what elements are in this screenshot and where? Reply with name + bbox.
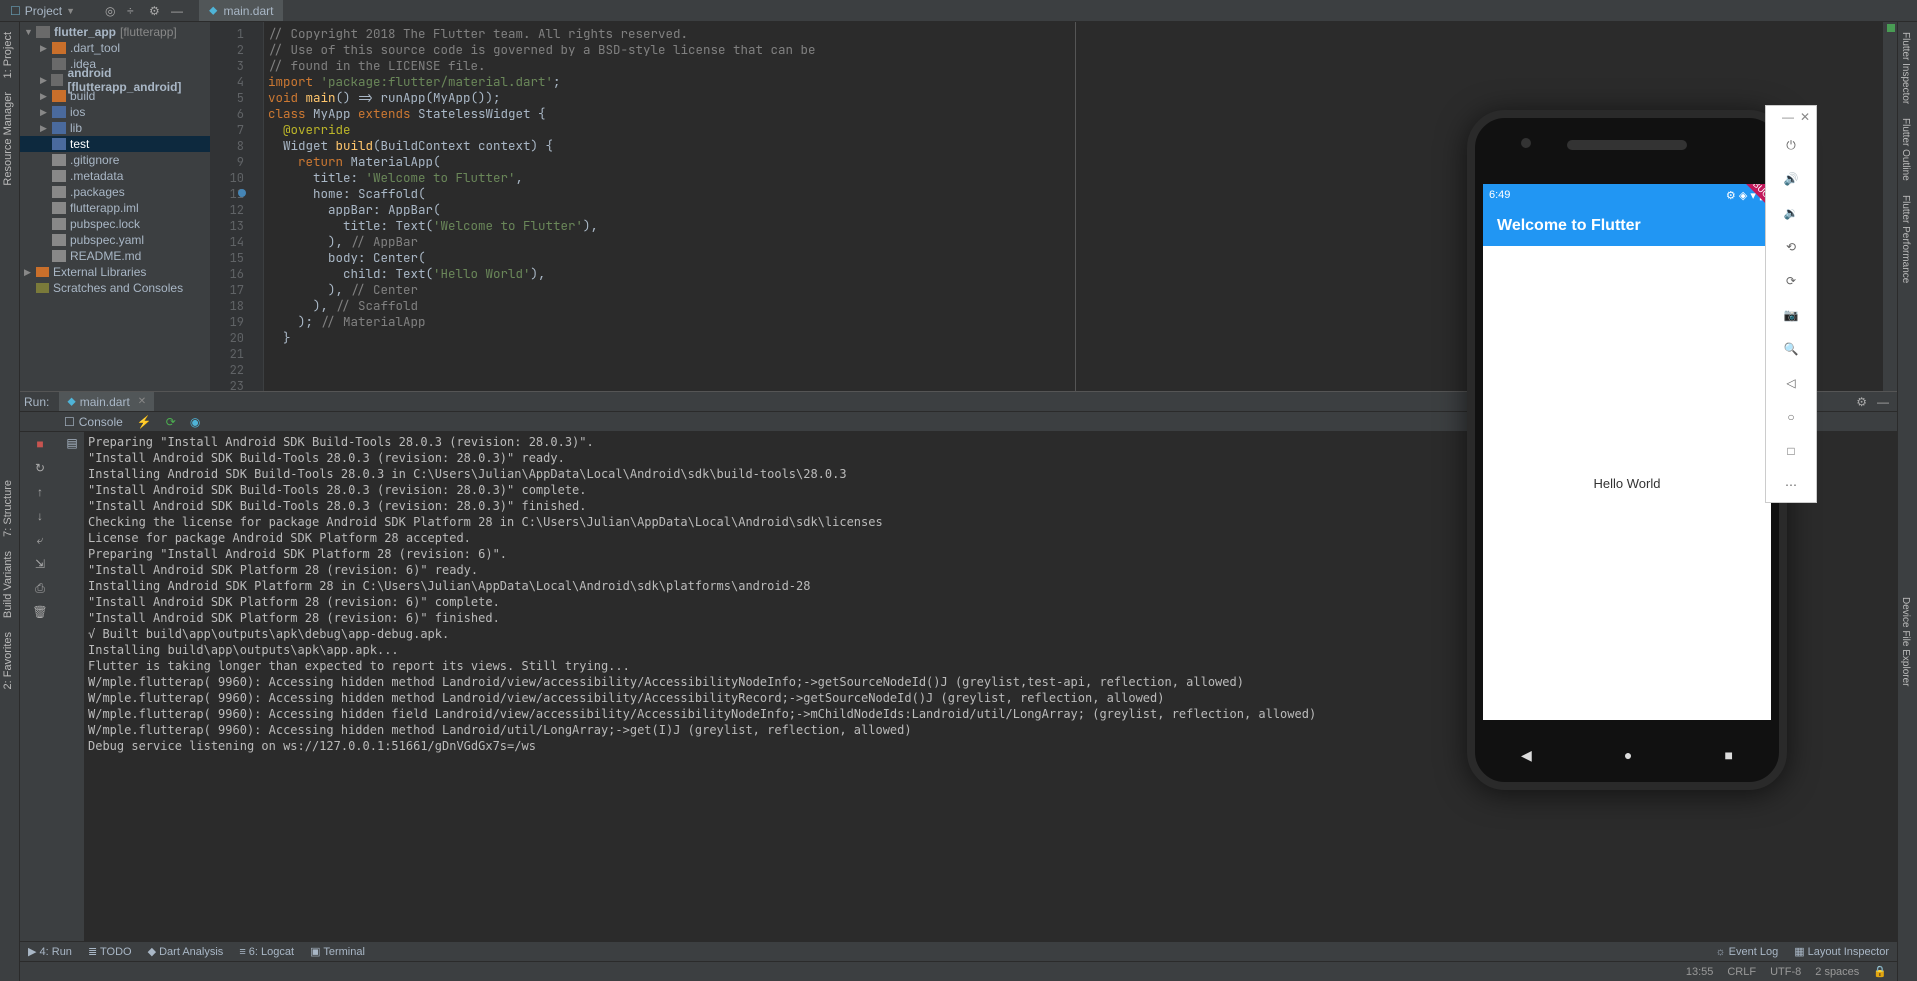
- bottom-tab-todo[interactable]: ≣ TODO: [88, 945, 132, 958]
- emu-nav-bar: ◀ ● ■: [1475, 747, 1779, 764]
- up-icon[interactable]: ↑: [32, 484, 48, 500]
- hot-reload-icon[interactable]: ⚡: [137, 415, 152, 429]
- emu-app-bar: Welcome to Flutter: [1483, 206, 1771, 246]
- hide-icon[interactable]: —: [171, 4, 185, 18]
- run-label: Run:: [24, 395, 49, 409]
- tree-item[interactable]: ▶android [flutterapp_android]: [20, 72, 210, 88]
- emu-back-icon[interactable]: ◁: [1766, 366, 1816, 400]
- status-encoding[interactable]: UTF-8: [1770, 966, 1801, 978]
- emu-minimize-icon[interactable]: —: [1782, 110, 1794, 124]
- emulator-controls: — ✕ ⏻ 🔊 🔉 ⟲ ⟳ 📷 🔍 ◁ ○ □ ⋯: [1765, 105, 1817, 503]
- top-toolbar: ☐ Project ▼ ◎ ÷ ⚙ — ⬥ main.dart: [0, 0, 1917, 22]
- emu-volume-down-icon[interactable]: 🔉: [1766, 196, 1816, 230]
- clear-icon[interactable]: 🗑: [32, 604, 48, 620]
- soft-wrap-icon[interactable]: ⤶: [32, 532, 48, 548]
- bottom-tab-run[interactable]: ▶ 4: Run: [28, 945, 72, 958]
- line-gutter: 1234567891011121314151617181920212223: [210, 22, 252, 391]
- project-dropdown[interactable]: ☐ Project ▼: [4, 2, 81, 20]
- emu-status-bar: 6:49 ⚙ ◈ ▾ ▮: [1483, 184, 1771, 206]
- left-tab-structure[interactable]: 7: Structure: [0, 476, 16, 541]
- project-tree[interactable]: ▼ flutter_app [flutterapp] ▶.dart_tool.i…: [20, 22, 210, 391]
- right-tab-device-explorer[interactable]: Device File Explorer: [1898, 593, 1913, 690]
- tree-item[interactable]: ▶lib: [20, 120, 210, 136]
- left-tab-favorites[interactable]: 2: Favorites: [0, 628, 16, 693]
- scroll-end-icon[interactable]: ⇲: [32, 556, 48, 572]
- code-content[interactable]: // Copyright 2018 The Flutter team. All …: [264, 22, 1075, 391]
- bottom-tab-layout-inspector[interactable]: ▦ Layout Inspector: [1794, 945, 1889, 958]
- run-tab-main[interactable]: ⬥ main.dart ✕: [59, 392, 154, 411]
- editor-tab-label: main.dart: [223, 4, 273, 18]
- emu-power-icon[interactable]: ⏻: [1766, 128, 1816, 162]
- status-line-sep[interactable]: CRLF: [1727, 966, 1756, 978]
- gear-icon[interactable]: ⚙: [1856, 395, 1867, 409]
- emu-recent-icon[interactable]: ■: [1724, 747, 1732, 764]
- emu-more-icon[interactable]: ⋯: [1766, 468, 1816, 502]
- emu-back-icon[interactable]: ◀: [1521, 747, 1532, 764]
- emu-home-icon[interactable]: ○: [1766, 400, 1816, 434]
- close-icon[interactable]: ✕: [138, 396, 146, 407]
- tree-item[interactable]: .gitignore: [20, 152, 210, 168]
- tree-item[interactable]: pubspec.lock: [20, 216, 210, 232]
- tree-item[interactable]: .packages: [20, 184, 210, 200]
- editor-scrollbar[interactable]: [1883, 22, 1897, 391]
- project-label: Project: [25, 4, 62, 18]
- left-tab-resource[interactable]: Resource Manager: [0, 88, 16, 190]
- collapse-icon[interactable]: ÷: [127, 4, 141, 18]
- bottom-tab-event-log[interactable]: ☼ Event Log: [1716, 946, 1779, 958]
- bottom-tab-dart-analysis[interactable]: ◆ Dart Analysis: [148, 945, 224, 958]
- tree-item[interactable]: ▶ios: [20, 104, 210, 120]
- emu-zoom-icon[interactable]: 🔍: [1766, 332, 1816, 366]
- tree-item[interactable]: test: [20, 136, 210, 152]
- filter-icon[interactable]: ▤: [66, 436, 77, 450]
- right-tab-inspector[interactable]: Flutter Inspector: [1898, 28, 1913, 108]
- emu-overview-icon[interactable]: □: [1766, 434, 1816, 468]
- right-tool-stripe: Flutter Inspector Flutter Outline Flutte…: [1897, 22, 1917, 981]
- bottom-tab-logcat[interactable]: ≡ 6: Logcat: [239, 946, 294, 958]
- left-tab-project[interactable]: 1: Project: [0, 28, 16, 82]
- status-indent[interactable]: 2 spaces: [1815, 966, 1859, 978]
- emu-body: Hello World: [1483, 246, 1771, 720]
- emu-rotate-left-icon[interactable]: ⟲: [1766, 230, 1816, 264]
- analysis-ok-icon: [1887, 24, 1895, 32]
- right-tab-outline[interactable]: Flutter Outline: [1898, 114, 1913, 185]
- down-icon[interactable]: ↓: [32, 508, 48, 524]
- right-tab-performance[interactable]: Flutter Performance: [1898, 191, 1913, 287]
- target-icon[interactable]: ◎: [105, 4, 119, 18]
- emu-volume-up-icon[interactable]: 🔊: [1766, 162, 1816, 196]
- stop-icon[interactable]: ■: [32, 436, 48, 452]
- left-tab-build-variants[interactable]: Build Variants: [0, 547, 16, 622]
- tree-item[interactable]: flutterapp.iml: [20, 200, 210, 216]
- status-caret-pos[interactable]: 13:55: [1686, 966, 1714, 978]
- status-lock-icon[interactable]: 🔒: [1873, 965, 1887, 978]
- minimize-icon[interactable]: —: [1877, 395, 1889, 409]
- emu-close-icon[interactable]: ✕: [1800, 110, 1810, 124]
- print-icon[interactable]: ⎙: [32, 580, 48, 596]
- emu-rotate-right-icon[interactable]: ⟳: [1766, 264, 1816, 298]
- rerun-icon[interactable]: ↻: [32, 460, 48, 476]
- editor-tab-main-dart[interactable]: ⬥ main.dart: [199, 0, 283, 21]
- tree-item[interactable]: README.md: [20, 248, 210, 264]
- tree-item[interactable]: pubspec.yaml: [20, 232, 210, 248]
- tree-scratches[interactable]: Scratches and Consoles: [20, 280, 210, 296]
- tree-item[interactable]: .metadata: [20, 168, 210, 184]
- devtools-icon[interactable]: ◉: [190, 415, 200, 429]
- hot-restart-icon[interactable]: ⟳: [166, 415, 176, 429]
- left-tool-stripe: 1: Project Resource Manager 7: Structure…: [0, 22, 20, 981]
- gear-icon[interactable]: ⚙: [149, 4, 163, 18]
- emu-camera-icon[interactable]: 📷: [1766, 298, 1816, 332]
- tree-root[interactable]: ▼ flutter_app [flutterapp]: [20, 24, 210, 40]
- emulator-device: 6:49 ⚙ ◈ ▾ ▮ Welcome to Flutter DEBUG He…: [1467, 110, 1787, 790]
- tree-external-libs[interactable]: ▶ External Libraries: [20, 264, 210, 280]
- bottom-tab-terminal[interactable]: ▣ Terminal: [310, 945, 365, 958]
- console-tab[interactable]: ☐Console: [64, 415, 123, 429]
- emu-home-icon[interactable]: ●: [1624, 747, 1632, 764]
- tree-item[interactable]: ▶.dart_tool: [20, 40, 210, 56]
